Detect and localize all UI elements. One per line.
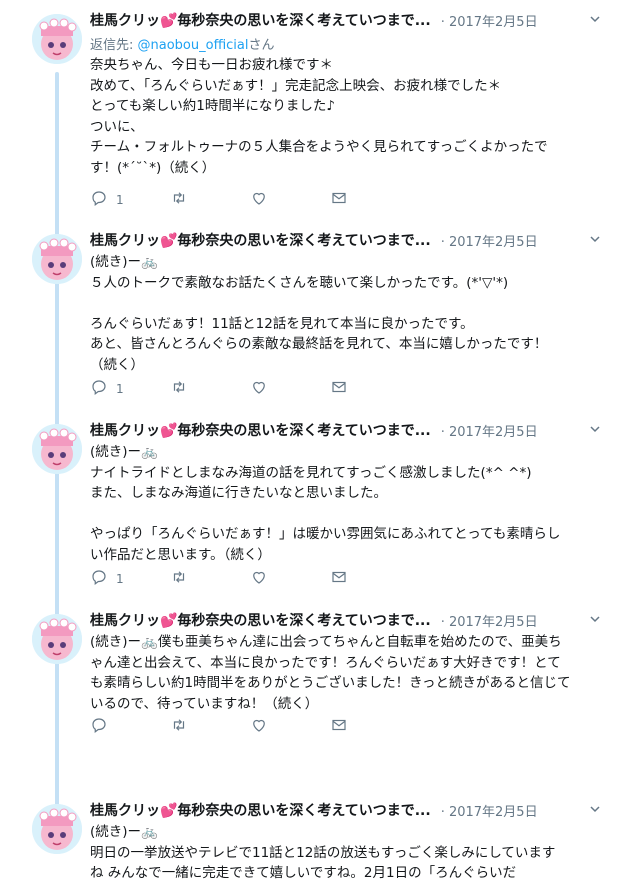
tweet-text-line: （続く） bbox=[90, 356, 144, 373]
tweet-text-line bbox=[90, 504, 606, 525]
tweet-text-line: チーム・フォルトゥーナの５人集合をようやく見られてすっごくよかったで bbox=[90, 139, 548, 155]
tweet-date[interactable]: · 2017年2月5日 bbox=[441, 801, 538, 820]
like-button[interactable] bbox=[250, 378, 330, 399]
reply-icon bbox=[90, 716, 116, 737]
chevron-down-icon[interactable] bbox=[588, 422, 602, 436]
avatar[interactable] bbox=[32, 234, 82, 284]
reply-count: 1 bbox=[116, 571, 124, 586]
tweet-text-line: 改めて、「ろんぐらいだぁす！」完走記念上映会、お疲れ様でした＊ bbox=[90, 77, 502, 94]
retweet-icon bbox=[170, 568, 196, 589]
tweet-text-line: ゃん達と出会えて、本当に良かったです！ろんぐらいだぁす大好きです！とて bbox=[90, 654, 561, 671]
tweet-text-line: 明日の一挙放送やテレビで11話と12話の放送もすっごく楽しみにしています bbox=[90, 844, 556, 861]
direct-message-button[interactable] bbox=[330, 189, 410, 210]
tweet-text-line: (続き)ー🚲 bbox=[90, 824, 158, 840]
mail-icon bbox=[330, 378, 356, 399]
tweet-text-line: (続き)ー🚲 bbox=[90, 444, 158, 460]
retweet-button[interactable] bbox=[170, 378, 250, 399]
reply-count: 1 bbox=[116, 381, 124, 396]
tweet-text-line: ろんぐらいだぁす！11話と12話を見れて本当に良かったです。 bbox=[90, 315, 474, 332]
chevron-down-icon[interactable] bbox=[588, 232, 602, 246]
display-name[interactable]: 桂馬クリッ💕毎秒奈央の思いを深く考えていつまで... bbox=[90, 800, 431, 820]
display-name[interactable]: 桂馬クリッ💕毎秒奈央の思いを深く考えていつまで... bbox=[90, 230, 431, 250]
mail-icon bbox=[330, 716, 356, 737]
tweet-date[interactable]: · 2017年2月5日 bbox=[441, 421, 538, 440]
avatar[interactable] bbox=[32, 424, 82, 474]
reply-suffix: さん bbox=[248, 38, 275, 53]
tweet-text-line: も素晴らしい約1時間半をありがとうございました！きっと続きがあると信じて bbox=[90, 675, 571, 691]
tweet-date[interactable]: · 2017年2月5日 bbox=[441, 231, 538, 250]
tweet-text: (続き)ー🚲僕も亜美ちゃん達に出会ってちゃんと自転車を始めたので、亜美ち ゃん達と… bbox=[90, 632, 606, 714]
tweet-text-line: やっぱり「ろんぐらいだぁす！」は暖かい雰囲気にあふれてとっても素晴らし bbox=[90, 526, 561, 542]
like-button[interactable] bbox=[250, 189, 330, 210]
reply-button[interactable]: 1 bbox=[90, 378, 170, 399]
chevron-down-icon[interactable] bbox=[588, 12, 602, 26]
like-icon bbox=[250, 716, 276, 737]
tweet-text-line: とっても楽しい約1時間半になりました♪ bbox=[90, 98, 335, 114]
display-name[interactable]: 桂馬クリッ💕毎秒奈央の思いを深く考えていつまで... bbox=[90, 420, 431, 440]
tweet-text-line: す！(*´˘`*)（続く） bbox=[90, 159, 216, 176]
reply-prefix: 返信先: bbox=[90, 38, 138, 53]
chevron-down-icon[interactable] bbox=[588, 612, 602, 626]
tweet-text: (続き)ー🚲 ナイトライドとしまなみ海道の話を見れてすっごく感激しました(*^ ^… bbox=[90, 442, 606, 565]
reply-handle-link[interactable]: @naobou_official bbox=[138, 38, 249, 53]
tweet-actions: 1 bbox=[90, 189, 410, 210]
like-button[interactable] bbox=[250, 568, 330, 589]
reply-button[interactable]: 1 bbox=[90, 568, 170, 589]
tweet-text-line: また、しまなみ海道に行きたいなと思いました。 bbox=[90, 485, 387, 501]
retweet-icon bbox=[170, 716, 196, 737]
tweet-text: (続き)ー🚲 明日の一挙放送やテレビで11話と12話の放送もすっごく楽しみにしてい… bbox=[90, 822, 606, 884]
display-name[interactable]: 桂馬クリッ💕毎秒奈央の思いを深く考えていつまで... bbox=[90, 10, 431, 30]
avatar[interactable] bbox=[32, 14, 82, 64]
mail-icon bbox=[330, 568, 356, 589]
tweet-text-line bbox=[90, 293, 606, 314]
like-icon bbox=[250, 189, 276, 210]
display-name[interactable]: 桂馬クリッ💕毎秒奈央の思いを深く考えていつまで... bbox=[90, 610, 431, 630]
tweet-actions: 1 bbox=[90, 378, 410, 399]
like-button[interactable] bbox=[250, 716, 330, 737]
tweet-text-line: ね みんなで一緒に完走できて嬉しいですね。2月1日の「ろんぐらいだ bbox=[90, 865, 517, 881]
retweet-button[interactable] bbox=[170, 568, 250, 589]
reply-button[interactable] bbox=[90, 716, 170, 737]
reply-icon bbox=[90, 378, 116, 399]
reply-count: 1 bbox=[116, 192, 124, 207]
avatar[interactable] bbox=[32, 614, 82, 664]
mail-icon bbox=[330, 189, 356, 210]
direct-message-button[interactable] bbox=[330, 716, 410, 737]
like-icon bbox=[250, 378, 276, 399]
direct-message-button[interactable] bbox=[330, 568, 410, 589]
avatar[interactable] bbox=[32, 804, 82, 854]
tweet-date[interactable]: · 2017年2月5日 bbox=[441, 611, 538, 630]
reply-icon bbox=[90, 189, 116, 210]
retweet-button[interactable] bbox=[170, 189, 250, 210]
tweet-date[interactable]: · 2017年2月5日 bbox=[441, 11, 538, 30]
reply-icon bbox=[90, 568, 116, 589]
reply-to: 返信先: @naobou_officialさん bbox=[90, 34, 606, 53]
like-icon bbox=[250, 568, 276, 589]
tweet-text-line: あと、皆さんとろんぐらの素敵な最終話を見れて、本当に嬉しかったです！ bbox=[90, 336, 548, 352]
tweet-text: (続き)ー🚲 ５人のトークで素敵なお話たくさんを聴いて楽しかったです。(*'▽'*… bbox=[90, 252, 606, 375]
retweet-button[interactable] bbox=[170, 716, 250, 737]
tweet-text-line: い作品だと思います。（続く） bbox=[90, 546, 271, 563]
tweet-actions: 1 bbox=[90, 568, 410, 589]
tweet-text-line: ５人のトークで素敵なお話たくさんを聴いて楽しかったです。(*'▽'*) bbox=[90, 274, 509, 291]
tweet-text-line: ナイトライドとしまなみ海道の話を見れてすっごく感激しました(*^ ^*) bbox=[90, 464, 532, 481]
tweet-text-line: 奈央ちゃん、今日も一日お疲れ様です＊ bbox=[90, 57, 333, 73]
tweet-text-line: (続き)ー🚲僕も亜美ちゃん達に出会ってちゃんと自転車を始めたので、亜美ち bbox=[90, 634, 562, 650]
tweet-text-line: ついに、 bbox=[90, 118, 144, 135]
tweet-text-line: (続き)ー🚲 bbox=[90, 254, 158, 270]
chevron-down-icon[interactable] bbox=[588, 802, 602, 816]
tweet-text: 奈央ちゃん、今日も一日お疲れ様です＊ 改めて、「ろんぐらいだぁす！」完走記念上映会… bbox=[90, 55, 606, 178]
tweet-actions bbox=[90, 716, 410, 737]
retweet-icon bbox=[170, 378, 196, 399]
reply-button[interactable]: 1 bbox=[90, 189, 170, 210]
retweet-icon bbox=[170, 189, 196, 210]
direct-message-button[interactable] bbox=[330, 378, 410, 399]
tweet-text-line: いるので、待っていますね！（続く） bbox=[90, 695, 319, 712]
